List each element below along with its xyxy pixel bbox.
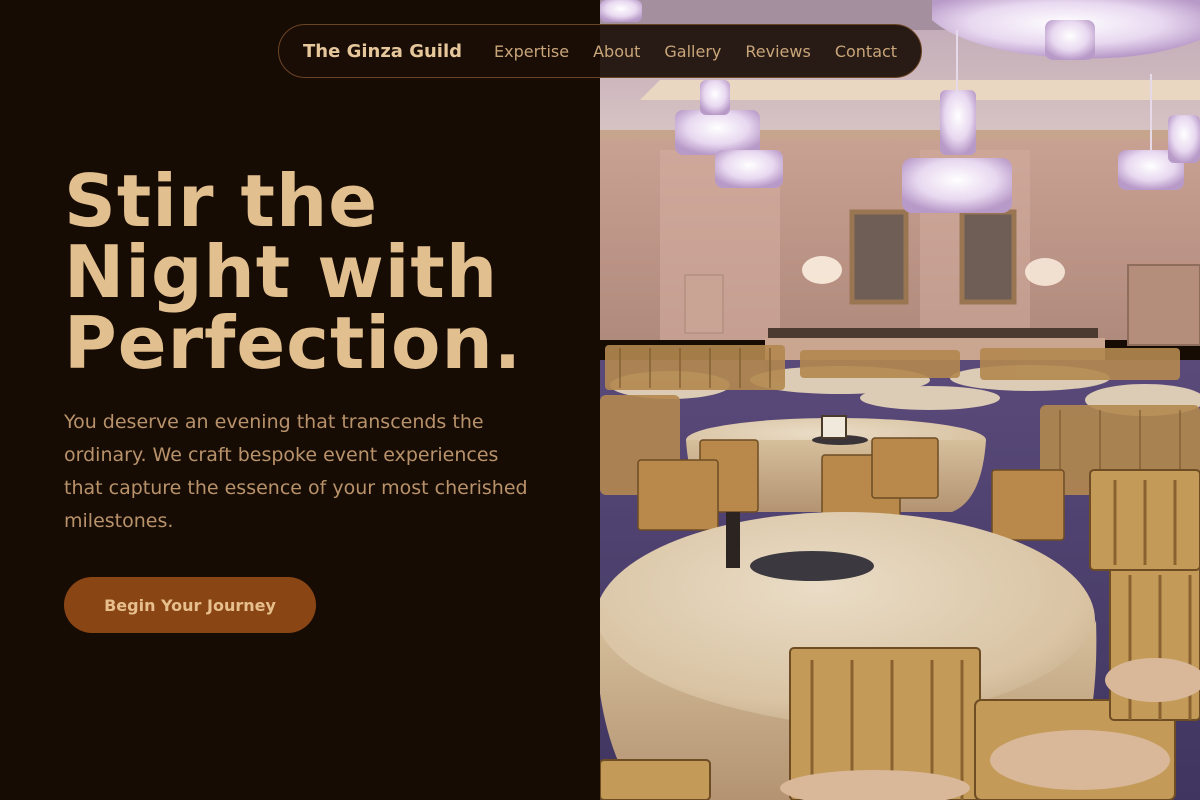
brand-logo-text[interactable]: The Ginza Guild <box>303 41 462 62</box>
headline-line-1: Stir the <box>64 159 379 243</box>
nav-link-about[interactable]: About <box>593 42 640 61</box>
hero-subtitle: You deserve an evening that transcends t… <box>64 411 528 532</box>
headline-line-3: Perfection. <box>64 301 523 385</box>
hero-headline: Stir the Night with Perfection. <box>64 159 584 385</box>
hero-text-panel: Stir the Night with Perfection. You dese… <box>0 0 600 800</box>
nav-links: Expertise About Gallery Reviews Contact <box>494 42 897 61</box>
nav-link-contact[interactable]: Contact <box>835 42 897 61</box>
ballroom-hero-image <box>600 0 1200 800</box>
nav-link-gallery[interactable]: Gallery <box>664 42 721 61</box>
begin-journey-button[interactable]: Begin Your Journey <box>64 577 316 633</box>
top-navigation: The Ginza Guild Expertise About Gallery … <box>278 24 922 78</box>
nav-link-expertise[interactable]: Expertise <box>494 42 569 61</box>
nav-link-reviews[interactable]: Reviews <box>745 42 810 61</box>
headline-line-2: Night with <box>64 230 499 314</box>
